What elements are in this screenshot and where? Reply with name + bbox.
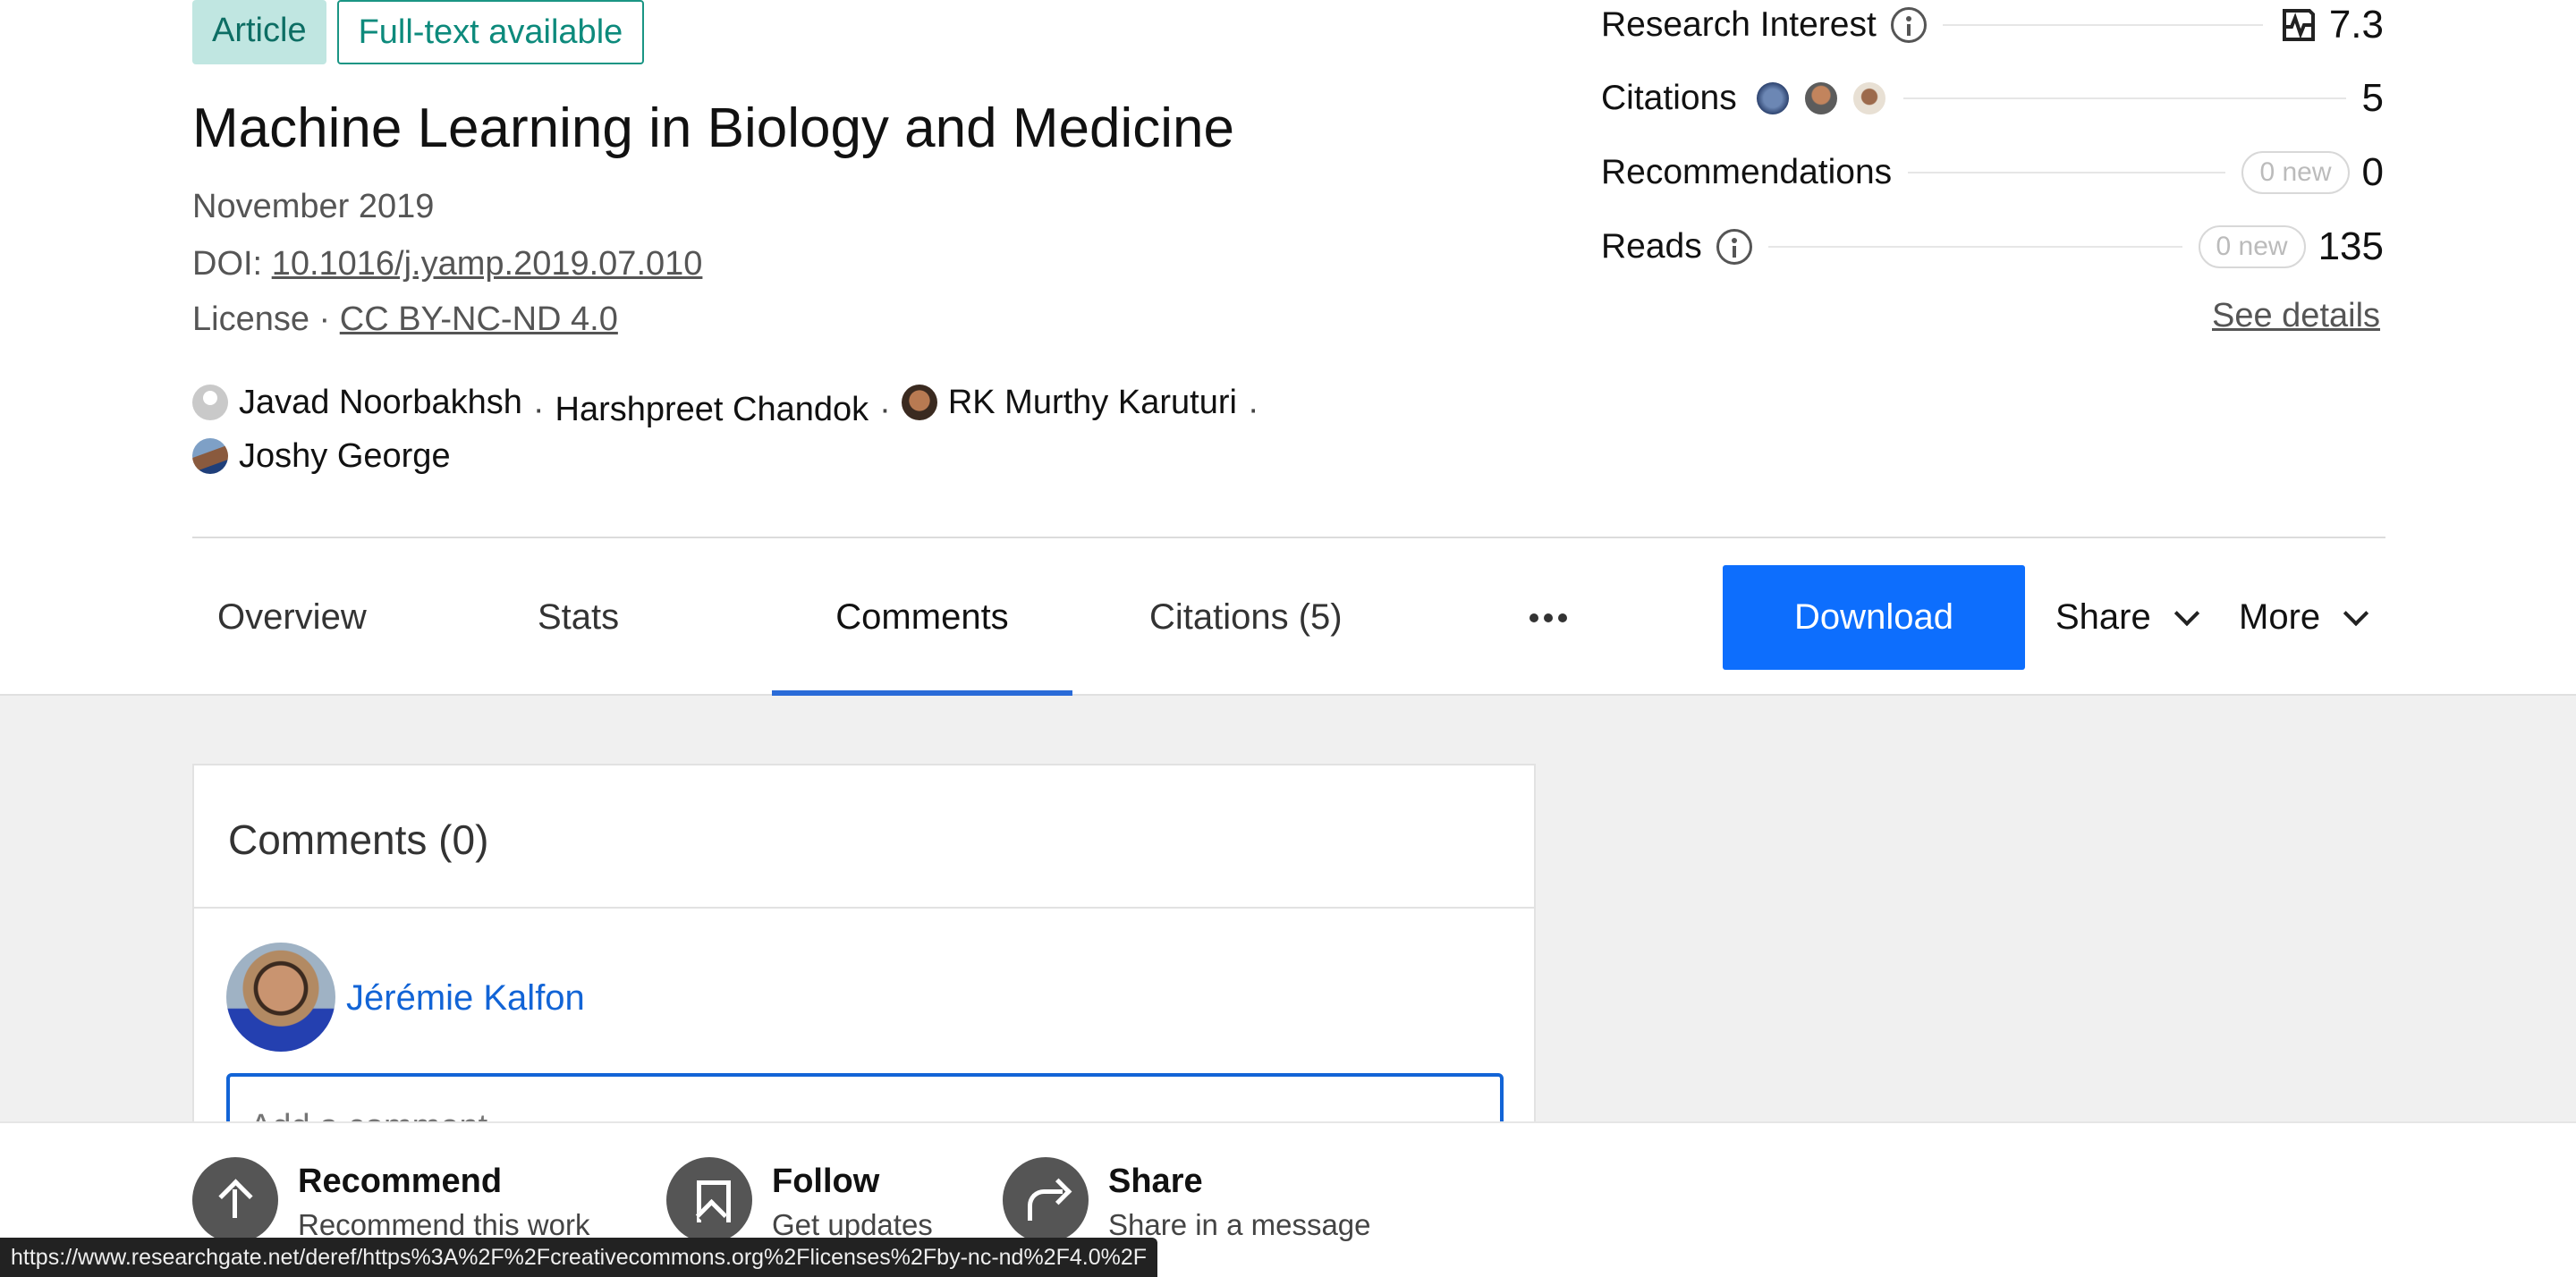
- stat-value: 0: [2361, 150, 2384, 194]
- doi-label: DOI:: [192, 245, 272, 283]
- download-button[interactable]: Download: [1723, 565, 2025, 670]
- follow-action[interactable]: Follow Get updates: [666, 1157, 933, 1243]
- tab-label: Comments: [835, 597, 1009, 637]
- tab-comments[interactable]: Comments: [772, 565, 1072, 696]
- author-name: RK Murthy Karuturi: [947, 384, 1237, 421]
- arrow-up-icon: [192, 1157, 278, 1243]
- doi-link[interactable]: 10.1016/j.yamp.2019.07.010: [272, 245, 703, 283]
- stat-label: Citations: [1601, 79, 1737, 117]
- tab-stats[interactable]: Stats: [538, 565, 619, 696]
- share-arrow-icon: [1003, 1157, 1089, 1243]
- tab-citations[interactable]: Citations (5): [1149, 565, 1343, 696]
- new-count-pill: 0 new: [2198, 225, 2306, 268]
- share-action[interactable]: Share Share in a message: [1003, 1157, 1371, 1243]
- author-avatar: [901, 385, 937, 420]
- publication-date: November 2019: [192, 188, 435, 225]
- author-item[interactable]: RK Murthy Karuturi: [901, 379, 1237, 426]
- page-title: Machine Learning in Biology and Medicine: [192, 97, 1234, 159]
- chevron-down-icon: [2343, 600, 2369, 626]
- badge-group: Article Full-text available: [192, 0, 645, 64]
- citer-avatar[interactable]: [1851, 80, 1887, 116]
- tab-label: Overview: [217, 597, 367, 637]
- comments-title: Comments (0): [228, 816, 489, 863]
- author-name: Javad Noorbakhsh: [239, 384, 522, 421]
- stat-value: 7.3: [2328, 3, 2384, 47]
- recommend-action[interactable]: Recommend Recommend this work: [192, 1157, 589, 1243]
- author-item[interactable]: Javad Noorbakhsh: [192, 379, 522, 426]
- article-badge: Article: [192, 0, 326, 64]
- chevron-down-icon: [2174, 600, 2199, 626]
- more-tabs-icon[interactable]: [1530, 613, 1567, 622]
- see-details-link[interactable]: See details: [2212, 297, 2380, 335]
- license-row: License · CC BY-NC-ND 4.0: [192, 300, 618, 339]
- author-avatar: [192, 438, 228, 474]
- author-name: Joshy George: [239, 437, 451, 475]
- research-interest-icon: [2282, 9, 2315, 41]
- stat-leader-line: [1908, 172, 2226, 173]
- stat-value: 135: [2318, 224, 2384, 268]
- stat-citations: Citations 5: [1601, 72, 2384, 125]
- info-icon[interactable]: [1890, 7, 1927, 43]
- stat-leader-line: [1902, 97, 2346, 99]
- default-avatar-icon: [192, 385, 228, 420]
- tab-label: Stats: [538, 597, 620, 637]
- new-count-pill: 0 new: [2241, 151, 2350, 194]
- action-title: Share: [1108, 1163, 1203, 1200]
- user-name-link[interactable]: Jérémie Kalfon: [346, 978, 585, 1019]
- stat-value: 5: [2361, 76, 2384, 120]
- header-divider: [192, 537, 2385, 538]
- user-avatar[interactable]: [226, 943, 335, 1052]
- tab-overview[interactable]: Overview: [217, 565, 367, 696]
- license-label: License ·: [192, 300, 340, 338]
- author-item[interactable]: Harshpreet Chandok: [555, 386, 869, 433]
- stat-reads: Reads 0 new 135: [1601, 220, 2384, 274]
- author-separator: ·: [1247, 391, 1259, 428]
- author-list: Javad Noorbakhsh · Harshpreet Chandok · RK M…: [192, 379, 1355, 486]
- share-dropdown[interactable]: Share: [2055, 565, 2199, 670]
- stat-leader-line: [1767, 246, 2182, 248]
- stat-research-interest: Research Interest 7.3: [1601, 0, 2384, 52]
- author-separator: ·: [879, 391, 891, 428]
- more-dropdown[interactable]: More: [2239, 565, 2369, 670]
- author-item[interactable]: Joshy George: [192, 433, 451, 479]
- bookmark-icon: [666, 1157, 752, 1243]
- author-separator: ·: [532, 391, 545, 428]
- author-name: Harshpreet Chandok: [555, 391, 869, 428]
- share-label: Share: [2055, 597, 2151, 637]
- more-label: More: [2239, 597, 2321, 637]
- info-icon[interactable]: [1716, 229, 1752, 265]
- stat-label: Research Interest: [1601, 5, 1877, 44]
- stat-recommendations: Recommendations 0 new 0: [1601, 146, 2384, 199]
- action-title: Recommend: [298, 1163, 503, 1200]
- fulltext-badge[interactable]: Full-text available: [336, 0, 645, 64]
- card-divider: [194, 907, 1534, 909]
- action-title: Follow: [772, 1163, 880, 1200]
- status-bar-url: https://www.researchgate.net/deref/https…: [0, 1238, 1158, 1277]
- stat-label: Reads: [1601, 227, 1702, 266]
- stat-leader-line: [1942, 24, 2263, 26]
- tab-label: Citations (5): [1149, 597, 1343, 637]
- stat-label: Recommendations: [1601, 153, 1893, 191]
- active-tab-indicator: [772, 690, 1072, 696]
- citer-avatar[interactable]: [1802, 80, 1839, 116]
- publication-header: Article Full-text available Machine Lear…: [0, 0, 2576, 696]
- license-link[interactable]: CC BY-NC-ND 4.0: [340, 300, 618, 338]
- doi-row: DOI: 10.1016/j.yamp.2019.07.010: [192, 245, 702, 283]
- citer-avatar[interactable]: [1754, 80, 1791, 116]
